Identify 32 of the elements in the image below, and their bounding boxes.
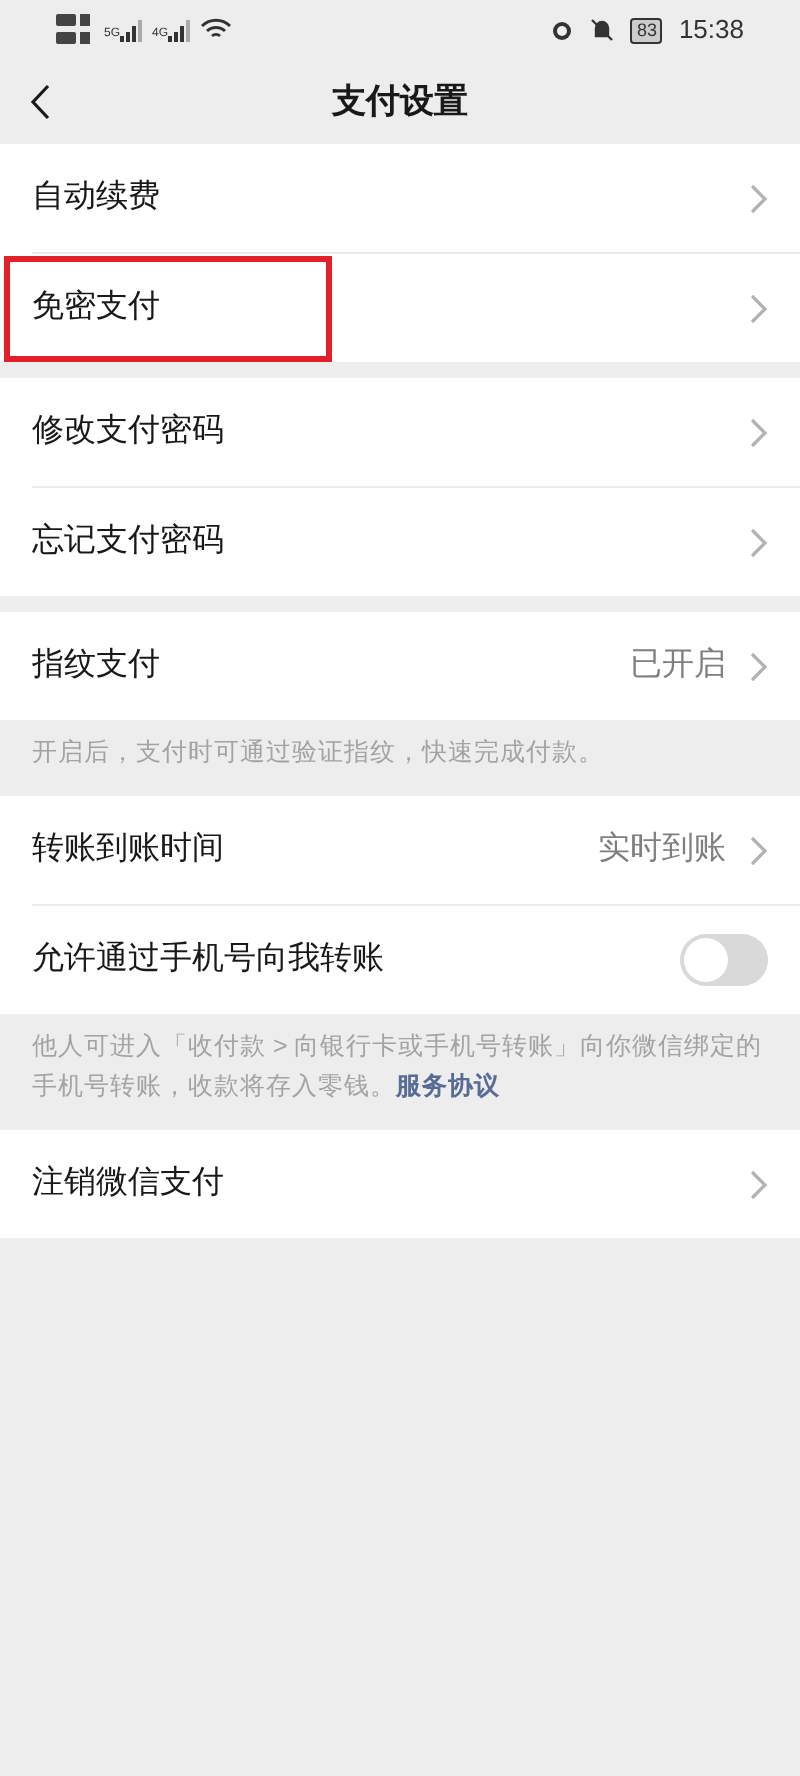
- note-text: 开启后，支付时可通过验证指纹，快速完成付款。: [30, 736, 606, 770]
- row-label: 允许通过手机号向我转账: [32, 939, 386, 980]
- row-value: 已开启: [630, 645, 726, 686]
- row-label: 忘记支付密码: [32, 520, 226, 562]
- chevron-right-icon: [750, 527, 768, 557]
- chevron-right-icon: [750, 835, 768, 865]
- chevron-right-icon: [750, 1169, 768, 1199]
- row-label: 转账到账时间: [32, 829, 226, 870]
- hd-icon: [56, 12, 96, 48]
- chevron-right-icon: [750, 417, 768, 447]
- chevron-right-icon: [750, 293, 768, 323]
- page-title: 支付设置: [332, 80, 468, 125]
- alarm-icon: [550, 18, 575, 42]
- battery-level: 83: [630, 17, 663, 43]
- wifi-icon: [200, 18, 233, 42]
- signal-icon: [120, 19, 145, 41]
- row-label: 免密支付: [32, 287, 162, 328]
- row-label: 指纹支付: [32, 645, 162, 686]
- chevron-right-icon: [750, 651, 768, 681]
- toggle-switch[interactable]: [680, 934, 768, 986]
- back-icon[interactable]: [30, 84, 50, 120]
- row-label: 自动续费: [32, 177, 162, 218]
- note-text: 他人可进入「收付款 > 向银行卡或手机号转账」向你微信绑定的手机号转账，收款将存入零钱。服务协议: [30, 1030, 765, 1104]
- service-agreement-link[interactable]: 服务协议: [396, 1072, 500, 1100]
- row-label: 注销微信支付: [32, 1163, 226, 1204]
- row-label: 修改支付密码: [32, 411, 226, 452]
- row-value: 实时到账: [598, 829, 726, 870]
- muted-bell-icon: [590, 18, 615, 42]
- signal-icon: [168, 19, 193, 41]
- toggle-knob: [684, 938, 728, 982]
- chevron-right-icon: [750, 183, 768, 213]
- clock: 15:38: [678, 12, 744, 49]
